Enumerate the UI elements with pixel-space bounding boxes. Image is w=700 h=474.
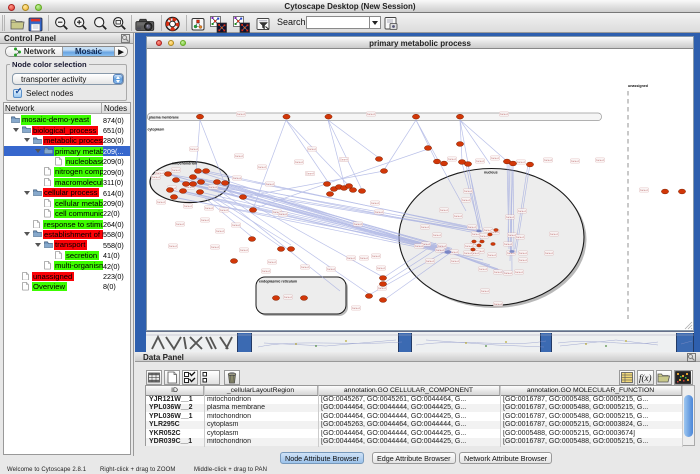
- svg-text:Gene-A: Gene-A: [426, 260, 434, 263]
- svg-text:Gene-A: Gene-A: [152, 176, 160, 179]
- svg-text:Gene-A: Gene-A: [301, 266, 309, 269]
- svg-text:Gene-A: Gene-A: [235, 155, 243, 158]
- svg-text:Gene-A: Gene-A: [233, 177, 241, 180]
- svg-text:Gene-A: Gene-A: [157, 201, 165, 204]
- svg-text:Gene-A: Gene-A: [377, 267, 385, 270]
- svg-text:Gene-A: Gene-A: [504, 272, 512, 275]
- svg-text:Gene-A: Gene-A: [464, 252, 472, 255]
- svg-text:Gene-A: Gene-A: [201, 219, 209, 222]
- svg-text:Gene-A: Gene-A: [220, 209, 228, 212]
- svg-text:Gene-A: Gene-A: [378, 287, 386, 290]
- svg-text:Gene-A: Gene-A: [500, 113, 508, 116]
- svg-text:mitochondrion: mitochondrion: [172, 162, 197, 166]
- svg-text:Gene-A: Gene-A: [504, 243, 512, 246]
- svg-text:Gene-A: Gene-A: [506, 216, 514, 219]
- svg-text:Gene-A: Gene-A: [190, 148, 198, 151]
- svg-text:Gene-A: Gene-A: [517, 161, 525, 164]
- svg-text:Gene-A: Gene-A: [450, 251, 458, 254]
- svg-text:Gene-A: Gene-A: [306, 173, 314, 176]
- svg-text:Gene-A: Gene-A: [519, 259, 527, 262]
- svg-text:Gene-A: Gene-A: [266, 183, 274, 186]
- svg-text:f(x): f(x): [639, 373, 652, 383]
- svg-text:Gene-A: Gene-A: [156, 172, 164, 175]
- svg-text:Gene-A: Gene-A: [232, 224, 240, 227]
- svg-text:Gene-A: Gene-A: [371, 202, 379, 205]
- svg-text:Gene-A: Gene-A: [436, 249, 444, 252]
- svg-text:Gene-A: Gene-A: [438, 245, 446, 248]
- svg-text:Gene-A: Gene-A: [209, 186, 217, 189]
- svg-text:Gene-A: Gene-A: [479, 268, 487, 271]
- svg-text:Gene-A: Gene-A: [240, 249, 248, 252]
- svg-text:Gene-A: Gene-A: [360, 257, 368, 260]
- svg-text:Gene-A: Gene-A: [352, 307, 360, 310]
- svg-text:Gene-A: Gene-A: [375, 211, 383, 214]
- svg-text:Gene-A: Gene-A: [367, 113, 375, 116]
- svg-text:plasma membrane: plasma membrane: [149, 115, 179, 119]
- svg-text:nucleus: nucleus: [484, 171, 498, 175]
- svg-text:Gene-A: Gene-A: [279, 213, 287, 216]
- svg-text:Gene-A: Gene-A: [172, 169, 180, 172]
- svg-text:Gene-A: Gene-A: [237, 113, 245, 116]
- svg-text:Gene-A: Gene-A: [596, 159, 604, 162]
- svg-text:Gene-A: Gene-A: [268, 261, 276, 264]
- svg-text:Gene-A: Gene-A: [518, 210, 526, 213]
- svg-text:Gene-A: Gene-A: [433, 234, 441, 237]
- svg-text:Gene-A: Gene-A: [481, 290, 489, 293]
- svg-text:Gene-A: Gene-A: [516, 236, 524, 239]
- svg-text:Gene-A: Gene-A: [354, 223, 362, 226]
- svg-text:Gene-A: Gene-A: [550, 233, 558, 236]
- svg-text:Gene-A: Gene-A: [211, 246, 219, 249]
- svg-text:Gene-A: Gene-A: [464, 190, 472, 193]
- svg-text:Gene-A: Gene-A: [494, 271, 502, 274]
- svg-text:Gene-A: Gene-A: [640, 189, 648, 192]
- svg-text:Gene-A: Gene-A: [258, 166, 266, 169]
- svg-text:Gene-A: Gene-A: [421, 226, 429, 229]
- svg-text:Gene-A: Gene-A: [488, 254, 496, 257]
- svg-text:Gene-A: Gene-A: [169, 245, 177, 248]
- svg-text:Gene-A: Gene-A: [491, 157, 499, 160]
- svg-text:Gene-A: Gene-A: [448, 158, 456, 161]
- svg-text:Gene-A: Gene-A: [327, 268, 335, 271]
- svg-text:Gene-A: Gene-A: [295, 161, 303, 164]
- svg-text:cytoplasm: cytoplasm: [148, 128, 165, 132]
- svg-text:Gene-A: Gene-A: [176, 223, 184, 226]
- svg-text:Gene-A: Gene-A: [184, 205, 192, 208]
- svg-text:Gene-A: Gene-A: [571, 160, 579, 163]
- svg-text:Gene-A: Gene-A: [480, 235, 488, 238]
- svg-text:Gene-A: Gene-A: [454, 215, 462, 218]
- svg-text:Gene-A: Gene-A: [468, 226, 476, 229]
- svg-text:unassigned: unassigned: [628, 84, 648, 88]
- svg-text:Gene-A: Gene-A: [372, 255, 380, 258]
- svg-text:Gene-A: Gene-A: [544, 159, 552, 162]
- svg-text:Gene-A: Gene-A: [494, 303, 502, 306]
- svg-text:Gene-A: Gene-A: [465, 245, 473, 248]
- svg-text:Gene-A: Gene-A: [415, 245, 423, 248]
- svg-text:Gene-A: Gene-A: [476, 160, 484, 163]
- svg-text:Gene-A: Gene-A: [308, 148, 316, 151]
- svg-text:Gene-A: Gene-A: [462, 199, 470, 202]
- svg-text:endoplasmic reticulum: endoplasmic reticulum: [259, 280, 297, 284]
- svg-text:Gene-A: Gene-A: [515, 271, 523, 274]
- svg-text:Gene-A: Gene-A: [340, 159, 348, 162]
- svg-text:Gene-A: Gene-A: [545, 252, 553, 255]
- svg-text:Gene-A: Gene-A: [347, 257, 355, 260]
- svg-text:Gene-A: Gene-A: [440, 209, 448, 212]
- svg-text:Gene-A: Gene-A: [216, 230, 224, 233]
- svg-text:Gene-A: Gene-A: [451, 260, 459, 263]
- svg-text:Gene-A: Gene-A: [205, 207, 213, 210]
- svg-text:Gene-A: Gene-A: [284, 296, 292, 299]
- svg-text:Gene-A: Gene-A: [262, 270, 270, 273]
- svg-text:Gene-A: Gene-A: [519, 252, 527, 255]
